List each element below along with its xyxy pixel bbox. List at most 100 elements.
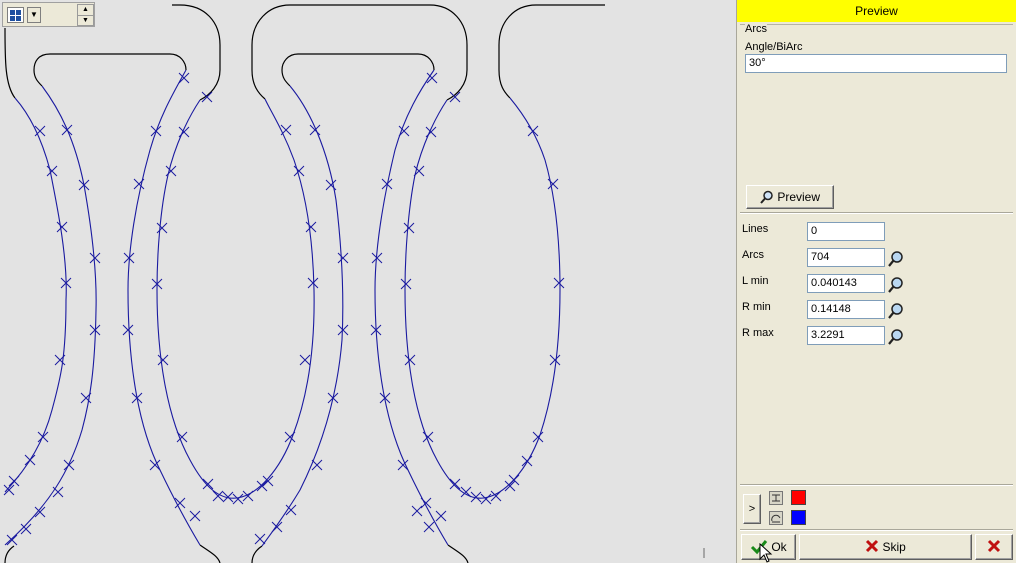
- chevron-down-icon[interactable]: ▼: [27, 7, 41, 23]
- stat-label: Lines: [742, 223, 769, 235]
- arc-marker: [299, 354, 311, 366]
- arc-endpoint-markers: [3, 72, 565, 546]
- arc-marker: [271, 521, 283, 533]
- arc-marker: [24, 454, 36, 466]
- arc-marker: [150, 125, 162, 137]
- stat-label: L min: [742, 275, 769, 287]
- stat-value-field[interactable]: 0: [807, 222, 885, 241]
- arc-marker: [423, 521, 435, 533]
- arc-marker: [411, 505, 423, 517]
- mouse-cursor-icon: [759, 543, 773, 563]
- arc-marker: [122, 324, 134, 336]
- arc-marker: [307, 277, 319, 289]
- arc-marker: [547, 178, 559, 190]
- arc-marker: [89, 252, 101, 264]
- angle-biarc-label: Angle/BiArc: [745, 41, 803, 53]
- arc-marker: [404, 354, 416, 366]
- magnifier-icon: [760, 190, 773, 204]
- arc-marker: [156, 222, 168, 234]
- arc-marker: [521, 455, 533, 467]
- arc-marker: [527, 125, 539, 137]
- arc-tool-icon[interactable]: [769, 511, 783, 525]
- arc-marker: [480, 493, 492, 505]
- grid-view-icon[interactable]: [7, 7, 24, 23]
- skip-button[interactable]: Skip: [799, 534, 972, 560]
- arc-marker: [61, 124, 73, 136]
- angle-biarc-input[interactable]: 30°: [745, 54, 1007, 73]
- arc-marker: [202, 478, 214, 490]
- arc-marker: [400, 278, 412, 290]
- arc-marker: [284, 431, 296, 443]
- arc-marker: [403, 222, 415, 234]
- arc-marker: [262, 475, 274, 487]
- arc-marker: [189, 510, 201, 522]
- view-field[interactable]: [43, 5, 75, 25]
- divider: [740, 484, 1013, 486]
- arc-marker: [435, 510, 447, 522]
- arc-marker: [337, 252, 349, 264]
- arc-marker: [254, 533, 266, 545]
- arc-marker: [3, 484, 15, 496]
- arc-marker: [256, 480, 268, 492]
- preview-button-label: Preview: [777, 190, 821, 204]
- arc-marker: [504, 480, 516, 492]
- arc-marker: [56, 221, 68, 233]
- arc-marker: [149, 459, 161, 471]
- arc-marker: [165, 165, 177, 177]
- line-tool-icon[interactable]: [769, 491, 783, 505]
- magnifier-icon[interactable]: [887, 328, 905, 346]
- stat-value-field[interactable]: 3.2291: [807, 326, 885, 345]
- view-spinner[interactable]: ▲ ▼: [77, 4, 94, 26]
- arc-marker: [46, 165, 58, 177]
- blue-color-swatch[interactable]: [791, 510, 806, 525]
- arc-marker: [311, 459, 323, 471]
- arc-marker: [54, 354, 66, 366]
- stat-value-field[interactable]: 0.040143: [807, 274, 885, 293]
- arc-marker: [133, 178, 145, 190]
- arc-fit-panel: Preview Arcs Angle/BiArc 30° Preview Lin…: [736, 0, 1016, 563]
- red-x-icon: [866, 539, 879, 553]
- spin-up-icon[interactable]: ▲: [78, 5, 93, 16]
- arc-marker: [63, 459, 75, 471]
- arc-marker: [508, 474, 520, 486]
- arc-marker: [131, 392, 143, 404]
- preview-button[interactable]: Preview: [746, 185, 834, 209]
- stat-value-field[interactable]: 704: [807, 248, 885, 267]
- arc-marker: [201, 91, 213, 103]
- spin-down-icon[interactable]: ▼: [78, 16, 93, 26]
- arc-marker: [327, 392, 339, 404]
- stat-label: Arcs: [742, 249, 764, 261]
- arc-marker: [397, 459, 409, 471]
- arc-marker: [6, 534, 18, 546]
- arc-marker: [37, 431, 49, 443]
- stat-label: R max: [742, 327, 774, 339]
- stat-label: R min: [742, 301, 771, 313]
- divider: [740, 212, 1013, 214]
- arc-marker: [176, 431, 188, 443]
- cancel-button[interactable]: [975, 534, 1013, 560]
- close-icon: [987, 539, 1001, 553]
- expand-button[interactable]: >: [743, 494, 761, 524]
- ok-button-label: Ok: [771, 540, 787, 554]
- stat-value-field[interactable]: 0.14148: [807, 300, 885, 319]
- arc-marker: [157, 354, 169, 366]
- arc-marker: [449, 478, 461, 490]
- magnifier-icon[interactable]: [887, 250, 905, 268]
- arc-marker: [325, 179, 337, 191]
- divider: [740, 529, 1013, 531]
- arc-marker: [280, 124, 292, 136]
- drawing-canvas[interactable]: ▼ ▲ ▼: [0, 0, 735, 563]
- arc-marker: [52, 486, 64, 498]
- toolpath-drawing: [3, 4, 705, 563]
- arc-marker: [549, 354, 561, 366]
- arc-marker: [398, 125, 410, 137]
- arc-marker: [78, 179, 90, 191]
- arc-marker: [305, 221, 317, 233]
- magnifier-icon[interactable]: [887, 276, 905, 294]
- arcs-group-caption: Arcs: [745, 23, 767, 35]
- magnifier-icon[interactable]: [887, 302, 905, 320]
- view-toolbar: ▼ ▲ ▼: [2, 2, 95, 27]
- red-color-swatch[interactable]: [791, 490, 806, 505]
- panel-title: Preview: [737, 0, 1016, 22]
- arc-marker: [553, 277, 565, 289]
